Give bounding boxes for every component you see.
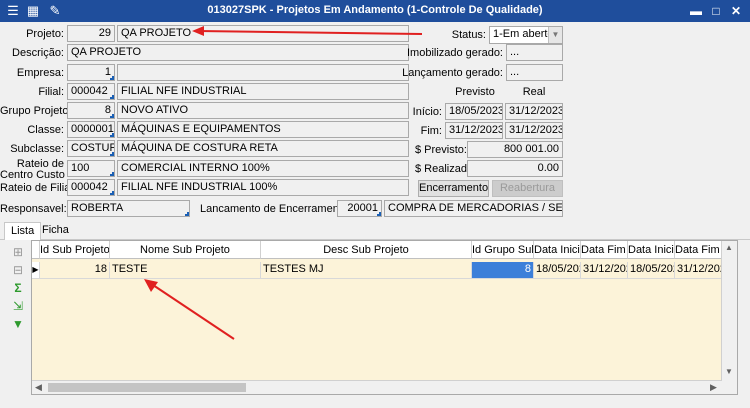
lancamento-gerado-label: Lançamento gerado:: [402, 67, 503, 79]
responsavel-label: Responsavel:: [0, 203, 67, 215]
classe-label: Classe:: [27, 124, 64, 136]
imobilizado-label: Imobilizado gerado:: [406, 47, 503, 59]
previsto-valor-label: $ Previsto:: [415, 144, 467, 156]
rateio-cc-name-field[interactable]: COMERCIAL INTERNO 100%: [117, 160, 409, 177]
row-indicator-icon[interactable]: ▶: [32, 262, 40, 279]
filial-name-field[interactable]: FILIAL NFE INDUSTRIAL: [117, 83, 409, 100]
fim-previsto-field[interactable]: 31/12/2023: [445, 122, 503, 139]
annotation-arrow-top: [192, 26, 423, 36]
cell-data-fim-prev[interactable]: 31/12/2023: [581, 262, 628, 279]
fim-label: Fim:: [420, 125, 442, 137]
filial-code-field[interactable]: 000042: [67, 83, 115, 100]
scroll-right-icon[interactable]: ▶: [710, 382, 717, 393]
cell-data-inicio-prev[interactable]: 18/05/2023: [534, 262, 581, 279]
minimize-icon[interactable]: ▬: [688, 3, 704, 19]
rateio-filial-code-field[interactable]: 000042: [67, 179, 115, 196]
inicio-previsto-field[interactable]: 18/05/2023: [445, 103, 503, 120]
add-row-icon[interactable]: ⊞: [10, 244, 26, 260]
col-header-id-sub-projeto[interactable]: Id Sub Projeto: [40, 241, 110, 259]
inicio-label: Início:: [412, 106, 442, 118]
filial-label: Filial:: [38, 86, 64, 98]
grupo-name-field[interactable]: NOVO ATIVO: [117, 102, 409, 119]
lancamento-enc-code-field[interactable]: 20001: [337, 200, 382, 217]
rateio-filial-code-text: 000042: [71, 181, 108, 193]
subclasse-name-field[interactable]: MÁQUINA DE COSTURA RETA: [117, 140, 409, 157]
inicio-real-field[interactable]: 31/12/2023: [505, 103, 563, 120]
delete-row-icon[interactable]: ⊟: [10, 262, 26, 278]
imobilizado-field[interactable]: ...: [506, 44, 563, 61]
window-title: 013027SPK - Projetos Em Andamento (1-Con…: [207, 4, 543, 16]
realizado-field[interactable]: 0.00: [467, 160, 563, 177]
col-header-data-inicio-prev[interactable]: Data Inicio P: [534, 241, 581, 259]
horizontal-scroll-thumb[interactable]: [48, 383, 246, 392]
row-indicator-header: [32, 241, 40, 259]
encerramento-button[interactable]: Encerramento: [418, 180, 489, 197]
responsavel-field[interactable]: ROBERTA: [67, 200, 190, 217]
projeto-code-field[interactable]: 29: [67, 25, 115, 42]
empresa-name-field[interactable]: [117, 64, 409, 81]
reabertura-button[interactable]: Reabertura: [492, 180, 563, 197]
sum-icon[interactable]: Σ: [10, 280, 26, 296]
rateio-filial-label: Rateio de Filial: [0, 182, 73, 194]
filial-code-text: 000042: [71, 85, 108, 97]
scroll-up-icon[interactable]: ▲: [725, 243, 733, 252]
chevron-down-icon[interactable]: ▼: [548, 27, 562, 43]
horizontal-scrollbar[interactable]: ◀ ▶: [32, 380, 722, 394]
classe-name-field[interactable]: MÁQUINAS E EQUIPAMENTOS: [117, 121, 409, 138]
real-header: Real: [522, 86, 546, 98]
cell-id-sub-projeto[interactable]: 18: [40, 262, 110, 279]
descricao-field[interactable]: QA PROJETO: [67, 44, 409, 61]
vertical-scrollbar[interactable]: ▲ ▼: [721, 241, 737, 394]
subclasse-code-field[interactable]: COSTURA: [67, 140, 115, 157]
classe-code-text: 0000001: [71, 123, 114, 135]
empresa-label: Empresa:: [16, 67, 64, 79]
rateio-cc-code-text: 100: [71, 162, 90, 174]
maximize-icon[interactable]: □: [708, 3, 724, 19]
close-icon[interactable]: ✕: [728, 3, 744, 19]
previsto-valor-field[interactable]: 800 001.00: [467, 141, 563, 158]
responsavel-text: ROBERTA: [71, 202, 124, 214]
col-header-id-grupo[interactable]: Id Grupo Sub Pr: [472, 241, 534, 259]
subclasse-label: Subclasse:: [10, 143, 64, 155]
title-bar: ☰ ▦ ✎ 013027SPK - Projetos Em Andamento …: [0, 0, 750, 22]
realizado-label: $ Realizado:: [415, 163, 477, 175]
status-select[interactable]: 1-Em aberto ▼: [489, 26, 563, 44]
tab-ficha[interactable]: Ficha: [36, 222, 75, 240]
scroll-down-icon[interactable]: ▼: [725, 367, 733, 376]
col-header-data-inicio-real[interactable]: Data Inicio R: [628, 241, 675, 259]
subclasse-code-text: COSTURA: [71, 142, 114, 154]
cell-desc-sub-projeto[interactable]: TESTES MJ: [261, 262, 472, 279]
grupo-projeto-label: Grupo Projeto:: [0, 105, 72, 117]
col-header-desc-sub-projeto[interactable]: Desc Sub Projeto: [261, 241, 472, 259]
rateio-cc-code-field[interactable]: 100: [67, 160, 115, 177]
descricao-label: Descrição:: [12, 47, 64, 59]
lancamento-encerramento-label: Lancamento de Encerramento:: [200, 203, 352, 215]
col-header-nome-sub-projeto[interactable]: Nome Sub Projeto: [110, 241, 261, 259]
status-value: 1-Em aberto: [493, 28, 554, 40]
export-icon[interactable]: ⇲: [10, 298, 26, 314]
annotation-arrow-grid: [144, 279, 235, 340]
lancamento-enc-name-field[interactable]: COMPRA DE MERCADORIAS / SERVIÇOS: [384, 200, 563, 217]
col-header-data-fim-prev[interactable]: Data Fim Pr: [581, 241, 628, 259]
rateio-filial-name-field[interactable]: FILIAL NFE INDUSTRIAL 100%: [117, 179, 409, 196]
classe-code-field[interactable]: 0000001: [67, 121, 115, 138]
projeto-label: Projeto:: [26, 28, 64, 40]
filter-icon[interactable]: ▼: [10, 316, 26, 332]
cell-data-inicio-real[interactable]: 18/05/2023: [628, 262, 675, 279]
lancamento-enc-code-text: 20001: [347, 202, 378, 214]
empresa-code-field[interactable]: 1: [67, 64, 115, 81]
wrench-icon[interactable]: ✎: [46, 2, 64, 20]
lancamento-gerado-field[interactable]: ...: [506, 64, 563, 81]
grupo-code-field[interactable]: 8: [67, 102, 115, 119]
grid-icon[interactable]: ▦: [24, 2, 42, 20]
previsto-header: Previsto: [455, 86, 495, 98]
fim-real-field[interactable]: 31/12/2023: [505, 122, 563, 139]
scroll-left-icon[interactable]: ◀: [35, 382, 42, 393]
app-menu-icon[interactable]: ☰: [4, 2, 22, 20]
cell-id-grupo-selected[interactable]: 8: [472, 262, 534, 279]
